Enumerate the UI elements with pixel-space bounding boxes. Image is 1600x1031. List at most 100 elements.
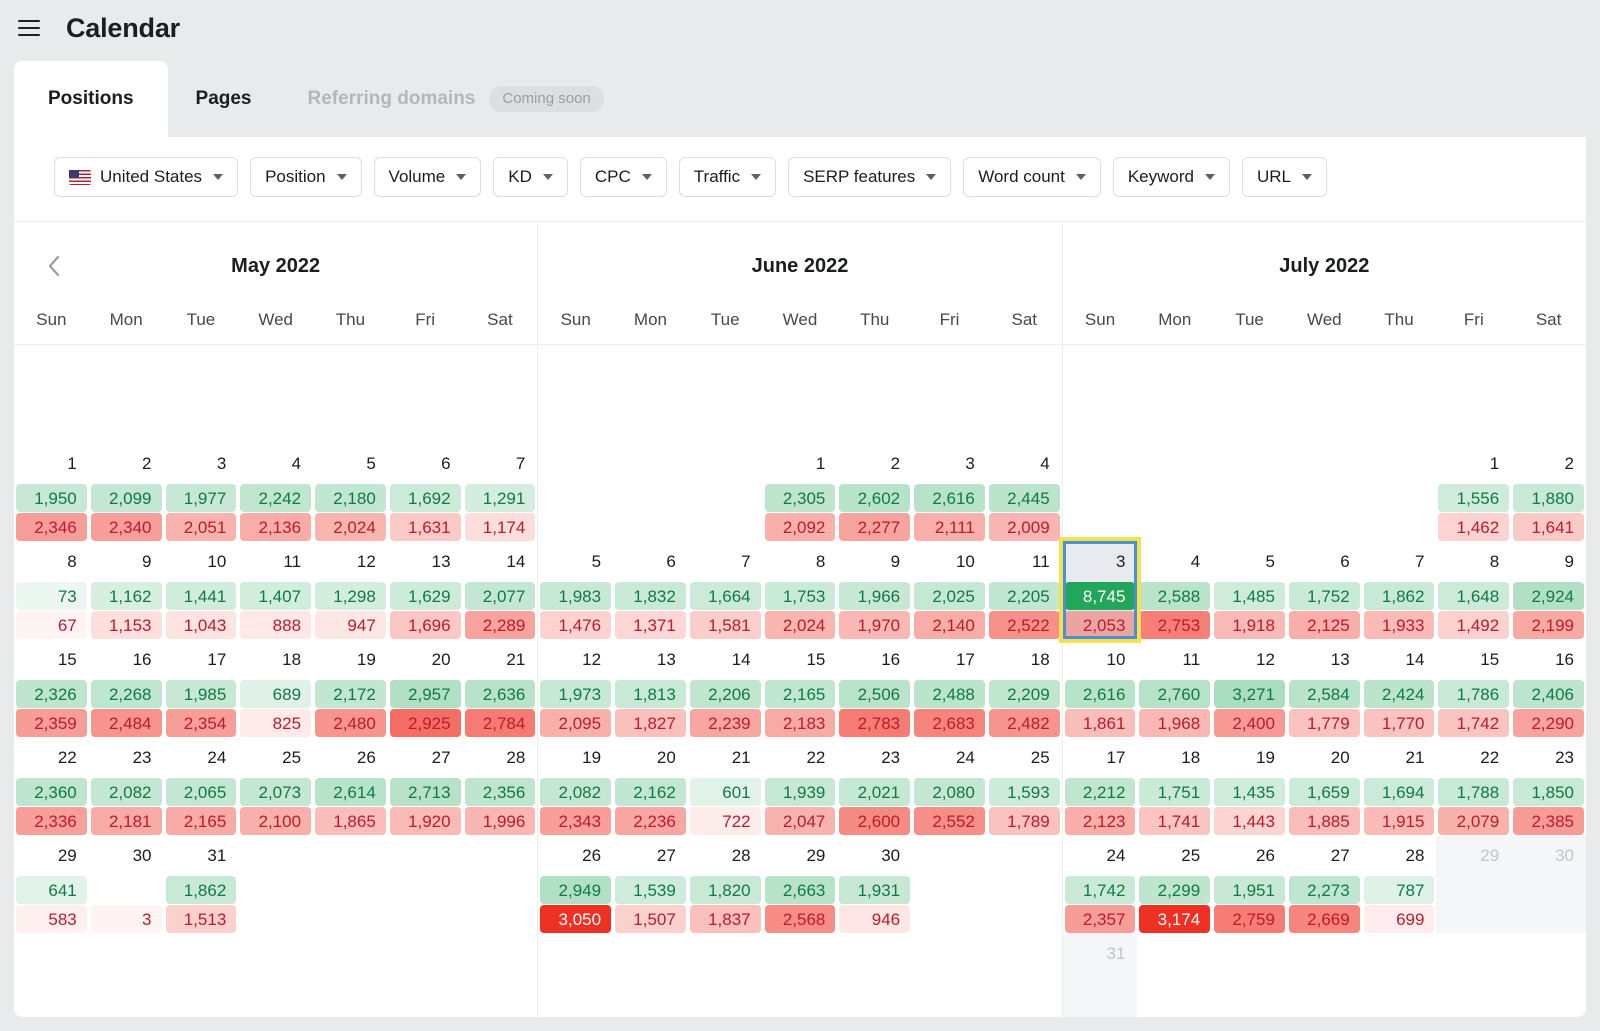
filter-word-count[interactable]: Word count	[963, 157, 1101, 197]
day-cell[interactable]: 112,2052,522	[987, 541, 1062, 639]
day-cell[interactable]: 92,9242,199	[1511, 541, 1586, 639]
day-cell[interactable]: 81,7532,024	[763, 541, 838, 639]
day-cell[interactable]: 121,9732,095	[538, 639, 613, 737]
filter-united-states[interactable]: United States	[54, 157, 238, 197]
day-cell[interactable]: 22,0992,340	[89, 443, 164, 541]
day-cell[interactable]: 272,7131,920	[388, 737, 463, 835]
filter-cpc[interactable]: CPC	[580, 157, 667, 197]
day-cell[interactable]: 131,8131,827	[613, 639, 688, 737]
day-cell[interactable]: 132,5841,779	[1287, 639, 1362, 737]
day-cell[interactable]: 11,9502,346	[14, 443, 89, 541]
day-cell[interactable]: 172,2122,123	[1063, 737, 1138, 835]
day-cell[interactable]: 71,8621,933	[1362, 541, 1437, 639]
day-cell[interactable]: 232,0822,181	[89, 737, 164, 835]
day-cell[interactable]: 18689825	[238, 639, 313, 737]
day-cell[interactable]: 21,8801,641	[1511, 443, 1586, 541]
day-cell[interactable]: 51,4851,918	[1212, 541, 1287, 639]
day-cell[interactable]: 142,2062,239	[688, 639, 763, 737]
day-cell[interactable]: 221,9392,047	[763, 737, 838, 835]
hamburger-icon[interactable]	[14, 13, 44, 43]
filter-volume[interactable]: Volume	[374, 157, 482, 197]
day-cell[interactable]: 22,6022,277	[837, 443, 912, 541]
day-cell[interactable]: 71,6641,581	[688, 541, 763, 639]
day-cell[interactable]: 171,9852,354	[164, 639, 239, 737]
day-cell[interactable]: 192,1722,480	[313, 639, 388, 737]
day-cell[interactable]: 162,2682,484	[89, 639, 164, 737]
day-cell[interactable]: 241,7422,357	[1063, 835, 1138, 933]
day-cell[interactable]: 211,6941,915	[1362, 737, 1437, 835]
day-cell[interactable]: 272,2732,669	[1287, 835, 1362, 933]
day-cell[interactable]: 261,9512,759	[1212, 835, 1287, 933]
day-cell[interactable]: 131,6291,696	[388, 541, 463, 639]
day-cell[interactable]: 222,3602,336	[14, 737, 89, 835]
day-cell[interactable]: 231,8502,385	[1511, 737, 1586, 835]
day-cell[interactable]: 182,2092,482	[987, 639, 1062, 737]
day-cell[interactable]: 242,0652,165	[164, 737, 239, 835]
day-cell[interactable]: 191,4351,443	[1212, 737, 1287, 835]
day-cell[interactable]: 281,8201,837	[688, 835, 763, 933]
day-cell[interactable]: 162,4062,290	[1511, 639, 1586, 737]
day-cell[interactable]: 303	[89, 835, 164, 933]
day-cell[interactable]: 71,2911,174	[463, 443, 538, 541]
day-cell[interactable]: 262,9493,050	[538, 835, 613, 933]
tab-positions[interactable]: Positions	[14, 61, 168, 137]
day-cell[interactable]: 262,6141,865	[313, 737, 388, 835]
day-cell[interactable]: 52,1802,024	[313, 443, 388, 541]
day-cell-selected[interactable]: 38,7452,053	[1063, 541, 1138, 639]
day-cell[interactable]: 142,0772,289	[463, 541, 538, 639]
day-cell[interactable]: 102,0252,140	[912, 541, 987, 639]
day-cell[interactable]: 31,9772,051	[164, 443, 239, 541]
day-cell[interactable]: 181,7511,741	[1137, 737, 1212, 835]
filter-keyword[interactable]: Keyword	[1113, 157, 1230, 197]
day-cell[interactable]: 102,6161,861	[1063, 639, 1138, 737]
day-cell[interactable]: 87367	[14, 541, 89, 639]
day-cell[interactable]: 29641583	[14, 835, 89, 933]
day-cell[interactable]: 61,7522,125	[1287, 541, 1362, 639]
day-cell[interactable]: 32,6162,111	[912, 443, 987, 541]
day-cell[interactable]: 123,2712,400	[1212, 639, 1287, 737]
day-cell[interactable]: 232,0212,600	[837, 737, 912, 835]
day-cell[interactable]: 172,4882,683	[912, 639, 987, 737]
day-cell[interactable]: 112,7601,968	[1137, 639, 1212, 737]
day-cell[interactable]: 282,3561,996	[463, 737, 538, 835]
day-cell[interactable]: 252,0732,100	[238, 737, 313, 835]
tab-pages[interactable]: Pages	[168, 61, 280, 137]
day-cell[interactable]: 292,6632,568	[763, 835, 838, 933]
day-cell[interactable]: 11,5561,462	[1436, 443, 1511, 541]
day-cell[interactable]: 212,6362,784	[463, 639, 538, 737]
day-cell[interactable]: 21601722	[688, 737, 763, 835]
day-cell[interactable]: 221,7882,079	[1436, 737, 1511, 835]
day-cell[interactable]: 42,4452,009	[987, 443, 1062, 541]
day-cell[interactable]: 28787699	[1362, 835, 1437, 933]
day-cell[interactable]: 252,2993,174	[1137, 835, 1212, 933]
day-cell[interactable]: 101,4411,043	[164, 541, 239, 639]
day-cell[interactable]: 311,8621,513	[164, 835, 239, 933]
day-cell[interactable]: 151,7861,742	[1436, 639, 1511, 737]
filter-traffic[interactable]: Traffic	[679, 157, 776, 197]
filter-serp-features[interactable]: SERP features	[788, 157, 951, 197]
day-cell[interactable]: 202,9572,925	[388, 639, 463, 737]
day-cell[interactable]: 29	[1436, 835, 1511, 933]
day-cell[interactable]: 271,5391,507	[613, 835, 688, 933]
day-cell[interactable]: 30	[1511, 835, 1586, 933]
filter-url[interactable]: URL	[1242, 157, 1327, 197]
day-cell[interactable]: 251,5931,789	[987, 737, 1062, 835]
day-cell[interactable]: 31	[1063, 933, 1138, 1017]
filter-kd[interactable]: KD	[493, 157, 568, 197]
day-cell[interactable]: 42,5882,753	[1137, 541, 1212, 639]
day-cell[interactable]: 91,9661,970	[837, 541, 912, 639]
day-cell[interactable]: 162,5062,783	[837, 639, 912, 737]
day-cell[interactable]: 202,1622,236	[613, 737, 688, 835]
day-cell[interactable]: 301,931946	[837, 835, 912, 933]
day-cell[interactable]: 81,6481,492	[1436, 541, 1511, 639]
day-cell[interactable]: 111,407888	[238, 541, 313, 639]
chevron-left-icon[interactable]	[40, 252, 68, 280]
day-cell[interactable]: 152,3262,359	[14, 639, 89, 737]
day-cell[interactable]: 61,8321,371	[613, 541, 688, 639]
day-cell[interactable]: 192,0822,343	[538, 737, 613, 835]
filter-position[interactable]: Position	[250, 157, 361, 197]
day-cell[interactable]: 121,298947	[313, 541, 388, 639]
day-cell[interactable]: 51,9831,476	[538, 541, 613, 639]
day-cell[interactable]: 42,2422,136	[238, 443, 313, 541]
day-cell[interactable]: 12,3052,092	[763, 443, 838, 541]
